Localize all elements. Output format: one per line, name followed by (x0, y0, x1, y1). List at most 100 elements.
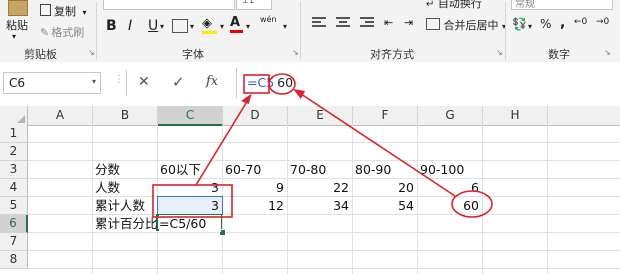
formula-bar-grip-icon[interactable]: ⋮ (114, 74, 124, 85)
cell-c4[interactable]: 3 (158, 179, 219, 196)
row-header-8[interactable]: 8 (0, 251, 28, 269)
row-header-7[interactable]: 7 (0, 233, 28, 251)
format-painter-icon: ✎ (40, 26, 50, 39)
underline-dropdown-icon[interactable]: ▾ (160, 22, 164, 31)
paste-button[interactable]: 粘贴 (2, 0, 32, 40)
font-name-box[interactable] (103, 0, 235, 10)
column-header-g[interactable]: G (418, 106, 483, 126)
phonetic-dropdown-icon[interactable]: ▾ (283, 22, 287, 31)
row-header-3[interactable]: 3 (0, 161, 28, 179)
formula-input[interactable]: =C5 60 (236, 68, 620, 98)
fill-color-dropdown-icon[interactable]: ▾ (220, 22, 224, 31)
borders-dropdown-icon[interactable]: ▾ (190, 22, 194, 31)
cell-g3[interactable]: 90-100 (420, 161, 480, 178)
cell-d5[interactable]: 12 (223, 197, 284, 214)
column-header-h[interactable]: H (483, 106, 548, 126)
comma-button[interactable]: , (560, 15, 565, 31)
cell-c6[interactable]: =C5/60 (159, 215, 221, 232)
column-header-c[interactable]: C (158, 106, 223, 126)
cell-e4[interactable]: 22 (288, 179, 349, 196)
currency-button[interactable]: 💱 (512, 17, 527, 31)
gridline (28, 250, 620, 251)
group-separator (505, 2, 506, 60)
cell-b4[interactable]: 人数 (95, 179, 155, 196)
borders-button[interactable] (172, 19, 188, 33)
group-separator (300, 2, 301, 60)
phonetic-button[interactable]: wén (260, 15, 277, 24)
cell-b5[interactable]: 累计人数 (95, 197, 155, 214)
merge-center-button[interactable]: 合并后居中 ▾ (426, 17, 506, 33)
paste-dropdown-icon[interactable]: ▾ (12, 32, 16, 41)
gridline (482, 125, 483, 274)
bold-button[interactable]: B (106, 18, 117, 34)
formula-cell-reference: =C5 (247, 75, 275, 90)
column-header-b[interactable]: B (93, 106, 158, 126)
align-right-button[interactable] (360, 17, 374, 27)
gridline (92, 125, 93, 274)
font-color-icon: A (230, 15, 241, 30)
name-box-dropdown-icon[interactable]: ▾ (92, 77, 96, 86)
cell-f3[interactable]: 80-90 (355, 161, 415, 178)
number-launcher-icon[interactable]: ↘ (604, 48, 611, 57)
font-color-bar (230, 30, 243, 33)
number-format-value: 常规 (515, 0, 535, 10)
name-box[interactable]: C6 ▾ (3, 72, 101, 94)
font-color-button[interactable]: A (230, 15, 243, 33)
cell-c3[interactable]: 60以下 (160, 161, 220, 178)
wrap-text-icon: ↵ (426, 0, 435, 10)
cell-d3[interactable]: 60-70 (225, 161, 285, 178)
cell-g5[interactable]: 60 (418, 197, 479, 214)
font-size-box[interactable]: 11 (236, 0, 272, 10)
alignment-launcher-icon[interactable]: ↘ (496, 48, 503, 57)
row-header-2[interactable]: 2 (0, 143, 28, 161)
cell-e3[interactable]: 70-80 (290, 161, 350, 178)
clipboard-launcher-icon[interactable]: ↘ (88, 48, 95, 57)
column-header-f[interactable]: F (353, 106, 418, 126)
row-header-6[interactable]: 6 (0, 215, 28, 233)
increase-indent-button[interactable]: ⇥ (404, 16, 413, 29)
row-header-5[interactable]: 5 (0, 197, 28, 215)
column-header-a[interactable]: A (28, 106, 93, 126)
font-group-label: 字体 (182, 48, 204, 61)
gridline (28, 232, 620, 233)
column-header-d[interactable]: D (223, 106, 288, 126)
cell-e5[interactable]: 34 (288, 197, 349, 214)
row-header-1[interactable]: 1 (0, 125, 28, 143)
copy-dropdown-icon[interactable]: ▾ (83, 8, 87, 17)
fill-color-button[interactable]: ◈ (202, 16, 217, 34)
underline-button[interactable]: U (148, 18, 158, 34)
enter-icon[interactable]: ✓ (172, 73, 185, 91)
insert-function-icon[interactable]: fx (206, 74, 218, 89)
cell-b6[interactable]: 累计百分比 (95, 215, 157, 232)
formula-bar-divider (126, 70, 127, 96)
merge-icon (426, 18, 440, 30)
format-painter-button[interactable]: ✎ 格式刷 (40, 24, 84, 40)
decrease-decimal-button[interactable]: →0 (596, 17, 609, 27)
copy-button[interactable]: 复制 ▾ (40, 3, 87, 19)
cell-d4[interactable]: 9 (223, 179, 284, 196)
format-painter-label: 格式刷 (51, 26, 85, 39)
cell-f4[interactable]: 20 (353, 179, 414, 196)
align-center-button[interactable] (336, 17, 350, 27)
row-header-4[interactable]: 4 (0, 179, 28, 197)
copy-label: 复制 (54, 5, 76, 18)
align-left-button[interactable] (312, 17, 326, 27)
fill-color-bar (202, 31, 217, 34)
font-color-dropdown-icon[interactable]: ▾ (246, 22, 250, 31)
cell-g4[interactable]: 6 (418, 179, 479, 196)
italic-button[interactable]: I (128, 18, 132, 34)
decrease-indent-button[interactable]: ⇤ (384, 16, 393, 29)
increase-decimal-button[interactable]: ←0 (574, 17, 587, 27)
number-format-box[interactable]: 常规 (511, 0, 613, 10)
currency-dropdown-icon[interactable]: ▾ (528, 22, 532, 31)
cell-f5[interactable]: 54 (353, 197, 414, 214)
cell-c5[interactable]: 3 (158, 197, 219, 214)
font-launcher-icon[interactable]: ↘ (292, 48, 299, 57)
column-header-e[interactable]: E (288, 106, 353, 126)
wrap-text-button[interactable]: ↵ 自动换行 (426, 0, 482, 11)
cancel-icon[interactable]: ✕ (138, 74, 150, 90)
percent-button[interactable]: % (540, 17, 551, 31)
select-all-corner[interactable] (0, 106, 28, 126)
paste-label: 粘贴 (6, 19, 28, 32)
cell-b3[interactable]: 分数 (95, 161, 155, 178)
